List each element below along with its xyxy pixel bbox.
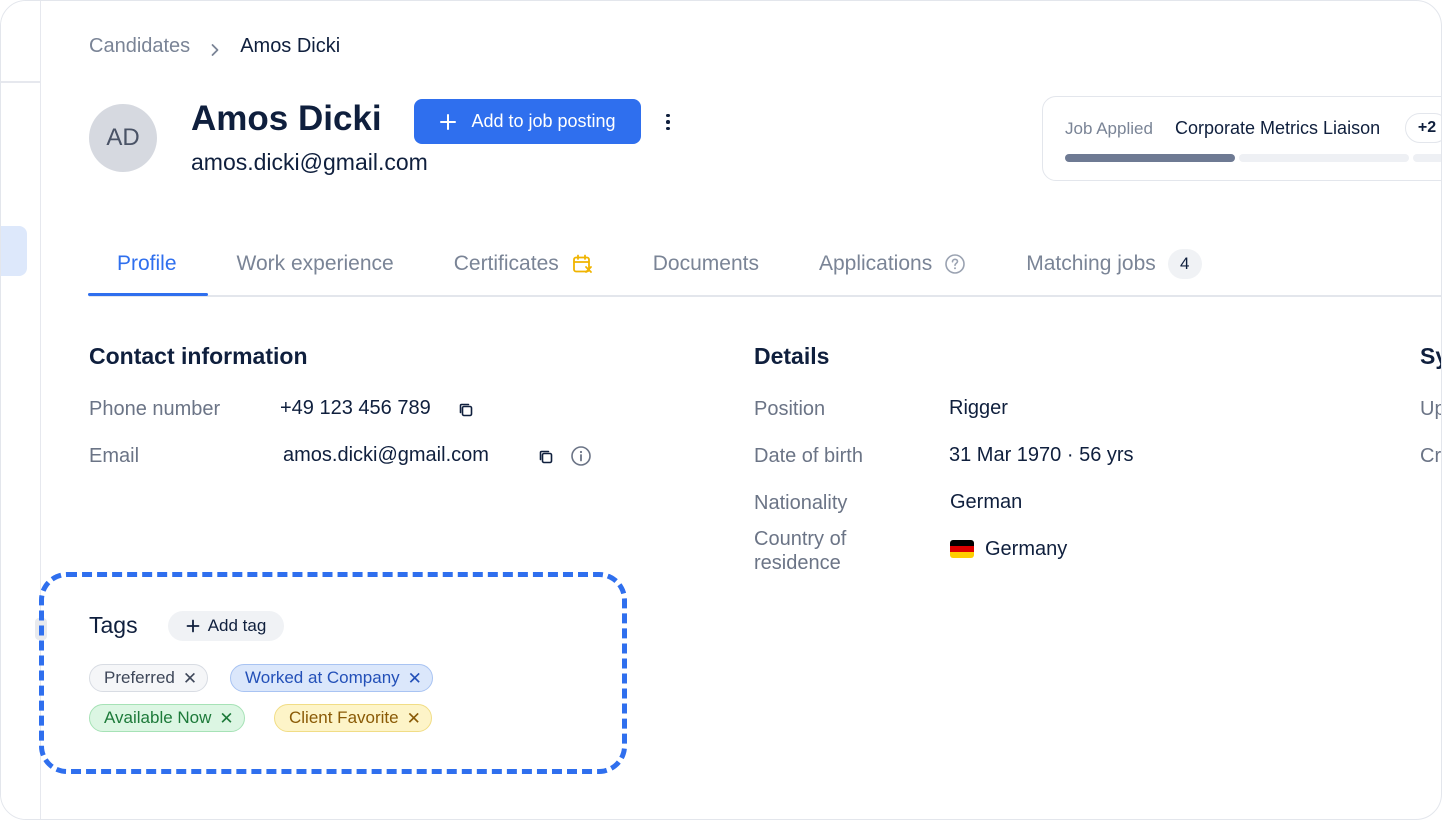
job-progress-segment-2	[1239, 154, 1409, 162]
job-progress-segment-1	[1065, 154, 1235, 162]
sidebar-divider	[1, 81, 41, 83]
info-icon[interactable]	[570, 445, 592, 467]
phone-number-label: Phone number	[89, 398, 221, 420]
tab-work-experience[interactable]: Work experience	[237, 240, 394, 288]
help-circle-icon	[945, 254, 966, 274]
candidate-name: Amos Dicki	[191, 99, 382, 138]
tab-certificates-label: Certificates	[453, 252, 559, 275]
tab-certificates[interactable]: Certificates	[454, 240, 593, 288]
tabs-divider	[89, 295, 1441, 297]
contact-information-title: Contact information	[89, 343, 308, 369]
app-window: Candidates Amos Dicki AD Amos Dicki amos…	[0, 0, 1442, 820]
add-to-job-posting-label: Add to job posting	[471, 111, 616, 131]
nationality-value: German	[950, 491, 1023, 513]
tag-chip: Client Favorite ✕	[274, 704, 432, 732]
job-applied-card[interactable]: Job Applied Corporate Metrics Liaison +2	[1042, 96, 1441, 181]
more-options-icon[interactable]	[659, 109, 677, 135]
breadcrumb-candidates-link[interactable]: Candidates	[89, 35, 190, 58]
email-label: Email	[89, 445, 140, 467]
job-applied-title[interactable]: Corporate Metrics Liaison	[1175, 118, 1380, 139]
tab-work-experience-label: Work experience	[236, 252, 394, 275]
position-value: Rigger	[949, 397, 1008, 419]
tags-title: Tags	[89, 612, 138, 638]
system-title: Sy	[1420, 343, 1441, 369]
tab-profile[interactable]: Profile	[117, 240, 177, 288]
sidebar-active-item[interactable]	[1, 226, 27, 276]
matching-jobs-count-badge: 4	[1167, 249, 1202, 279]
remove-tag-icon[interactable]: ✕	[408, 670, 422, 687]
country-of-residence-value: Germany	[985, 538, 1068, 560]
tab-documents[interactable]: Documents	[653, 240, 759, 288]
copy-phone-icon[interactable]	[455, 399, 477, 421]
remove-tag-icon[interactable]: ✕	[407, 710, 421, 727]
job-applied-more-badge[interactable]: +2	[1405, 113, 1441, 143]
add-to-job-posting-button[interactable]: Add to job posting	[414, 99, 641, 144]
tag-chip: Worked at Company ✕	[230, 664, 433, 692]
remove-tag-icon[interactable]: ✕	[219, 710, 233, 727]
job-applied-label: Job Applied	[1065, 119, 1153, 138]
nationality-label: Nationality	[754, 492, 848, 514]
date-of-birth-value: 31 Mar 1970 · 56 yrs	[949, 444, 1134, 466]
plus-icon	[440, 113, 457, 130]
tab-documents-label: Documents	[652, 252, 759, 275]
tag-label: Available Now	[104, 708, 212, 727]
sidebar	[1, 1, 41, 819]
plus-icon	[186, 619, 200, 633]
email-value: amos.dicki@gmail.com	[283, 444, 489, 466]
breadcrumb-current: Amos Dicki	[240, 35, 341, 57]
position-label: Position	[754, 398, 826, 420]
phone-number-value: +49 123 456 789	[280, 397, 431, 419]
tag-chip: Preferred ✕	[89, 664, 209, 692]
add-tag-button[interactable]: Add tag	[168, 611, 284, 641]
job-progress-segment-3	[1413, 154, 1441, 162]
active-tab-indicator	[88, 293, 208, 296]
tag-label: Preferred	[104, 668, 175, 687]
breadcrumb: Candidates Amos Dicki	[89, 35, 340, 58]
system-row-1-label: Up	[1420, 398, 1441, 420]
add-tag-label: Add tag	[207, 616, 267, 635]
tab-matching-jobs[interactable]: Matching jobs 4	[1026, 240, 1202, 288]
candidate-email: amos.dicki@gmail.com	[191, 149, 428, 175]
tag-chip: Available Now ✕	[89, 704, 245, 732]
calendar-warning-icon	[572, 254, 592, 273]
avatar: AD	[89, 104, 157, 172]
system-row-2-label: Cr	[1420, 445, 1442, 467]
copy-email-icon[interactable]	[535, 446, 557, 468]
germany-flag-icon	[950, 540, 974, 558]
remove-tag-icon[interactable]: ✕	[183, 670, 197, 687]
date-of-birth-label: Date of birth	[754, 445, 863, 467]
tab-matching-jobs-label: Matching jobs	[1026, 252, 1156, 275]
tag-label: Client Favorite	[289, 708, 399, 727]
chevron-right-icon	[208, 40, 222, 56]
country-of-residence-label: Country of residence	[754, 528, 847, 574]
tag-label: Worked at Company	[245, 668, 400, 687]
tab-applications-label: Applications	[818, 252, 933, 275]
job-progress-bar	[1065, 154, 1441, 162]
profile-tabs: Profile Work experience Certificates Doc…	[89, 231, 1202, 297]
details-title: Details	[754, 343, 830, 369]
tab-profile-label: Profile	[117, 252, 177, 275]
tab-applications[interactable]: Applications	[819, 240, 966, 288]
